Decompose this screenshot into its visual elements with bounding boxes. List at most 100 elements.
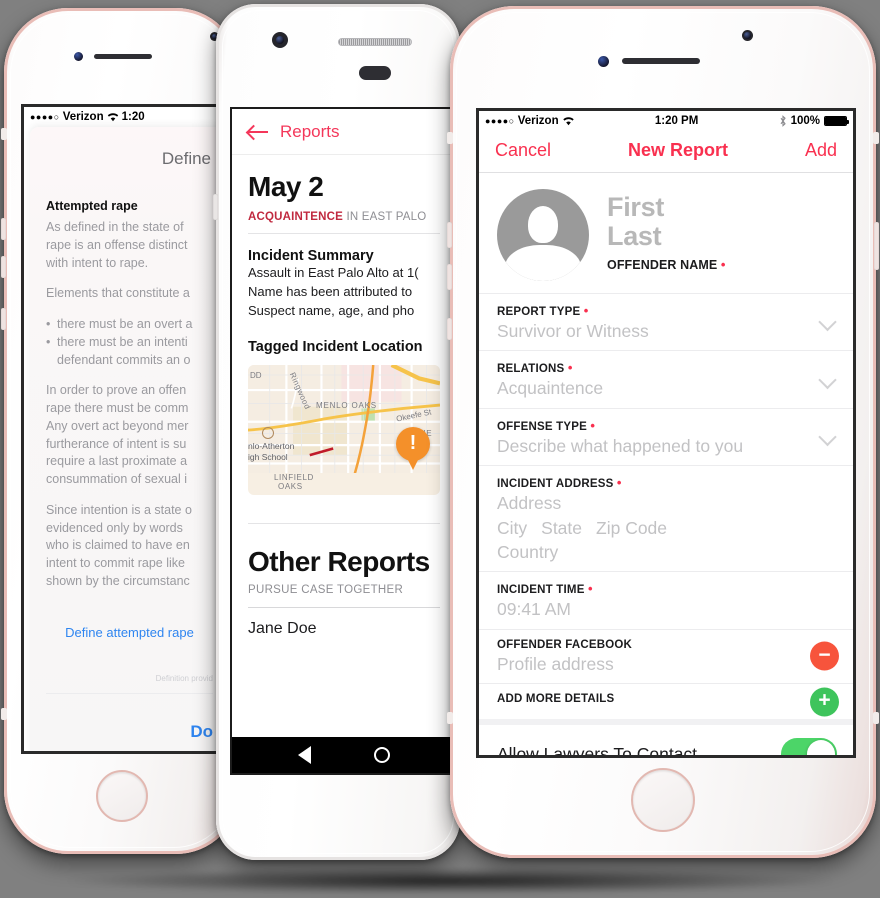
required-dot: •: [616, 475, 622, 491]
remove-field-button[interactable]: −: [810, 641, 839, 671]
cancel-button[interactable]: Cancel: [495, 140, 551, 161]
field-label: INCIDENT TIME •: [497, 581, 593, 597]
field-value: Describe what happened to you: [497, 435, 744, 456]
field-report-type[interactable]: REPORT TYPE • Survivor or Witness: [479, 293, 853, 350]
definition-heading: Attempted rape: [46, 199, 138, 213]
home-button[interactable]: [96, 770, 148, 822]
reports-content: May 2 ACQUAINTENCE IN EAST PALO Incident…: [232, 171, 456, 648]
field-label: OFFENDER FACEBOOK: [497, 638, 633, 651]
list-item[interactable]: Jane Doe: [248, 608, 440, 648]
report-date: May 2: [248, 171, 324, 202]
map-label: Okeefe St: [395, 406, 433, 424]
phone-left-definition: ●●●●○ Verizon 1:20 Define Attempted rape…: [1, 8, 240, 854]
volume-down-button[interactable]: [1, 256, 6, 278]
allow-lawyers-toggle[interactable]: [781, 738, 837, 755]
define-attempted-rape-link[interactable]: Define attempted rape: [46, 625, 213, 640]
required-dot: •: [590, 417, 596, 433]
android-home-icon[interactable]: [374, 747, 391, 763]
home-button[interactable]: [631, 768, 695, 832]
add-field-button[interactable]: +: [810, 687, 839, 717]
antenna-band: [873, 132, 879, 144]
definition-paragraph: In order to prove an offen rape there mu…: [46, 383, 189, 486]
front-camera-icon: [742, 30, 753, 41]
offender-first-name-field[interactable]: First: [607, 192, 726, 222]
required-dot: •: [567, 360, 573, 376]
incident-map[interactable]: DD Ringwood MENLO OAKS Okeefe St THE W n…: [248, 364, 440, 495]
field-incident-time[interactable]: INCIDENT TIME • 09:41 AM: [479, 571, 853, 628]
chevron-down-icon[interactable]: [820, 429, 835, 444]
earpiece-speaker: [622, 58, 700, 64]
antenna-band: [447, 132, 453, 144]
power-button[interactable]: [874, 222, 879, 270]
map-label: LINFIELD: [274, 472, 314, 482]
mute-switch[interactable]: [447, 318, 452, 340]
person-avatar-icon[interactable]: [497, 189, 589, 281]
chevron-down-icon[interactable]: [820, 315, 835, 330]
battery-percent: 100%: [790, 115, 820, 127]
field-add-more-details[interactable]: ADD MORE DETAILS +: [479, 683, 853, 719]
map-label: Ringwood: [287, 370, 313, 411]
chevron-down-icon[interactable]: [820, 372, 835, 387]
field-incident-address[interactable]: INCIDENT ADDRESS • Address City State Zi…: [479, 465, 853, 571]
wifi-icon: [562, 117, 574, 126]
offender-last-name-field[interactable]: Last: [607, 221, 726, 251]
done-button[interactable]: Do: [46, 722, 213, 742]
bluetooth-icon: [780, 115, 786, 127]
map-label: nlo-Atherton: [248, 440, 295, 451]
other-reports-caption: PURSUE CASE TOGETHER: [248, 583, 404, 596]
divider: [46, 692, 213, 694]
summary-line: Suspect name, age, and pho: [248, 302, 415, 318]
label-text: OFFENDER NAME: [607, 258, 718, 273]
android-back-icon[interactable]: [297, 746, 311, 764]
navigation-bar: Cancel New Report Add: [479, 131, 853, 173]
mute-switch[interactable]: [1, 308, 6, 330]
transit-icon: [262, 426, 274, 439]
list-item: there must be an intenti defendant commi…: [46, 334, 213, 370]
field-label: ADD MORE DETAILS: [497, 693, 615, 706]
map-label: OAKS: [278, 481, 303, 491]
list-item: there must be an overt a: [46, 316, 213, 334]
city-field: City: [497, 517, 528, 538]
signal-dots-icon: ●●●●○: [485, 116, 515, 126]
required-dot: •: [587, 581, 593, 597]
battery-icon: [824, 116, 849, 126]
sheet-title: Define: [161, 149, 211, 168]
field-label: REPORT TYPE •: [497, 303, 589, 318]
phone-middle-reports: Reports May 2 ACQUAINTENCE IN EAST PALO …: [213, 4, 463, 860]
definition-paragraph: Since intention is a state o evidenced o…: [46, 502, 192, 588]
arrow-left-icon[interactable]: [248, 124, 270, 140]
offender-hero: First Last OFFENDER NAME •: [479, 173, 853, 293]
app-bar-title: Reports: [280, 122, 340, 141]
incident-summary-heading: Incident Summary: [248, 248, 374, 264]
field-label: RELATIONS •: [497, 360, 573, 376]
carrier-label: Verizon: [517, 115, 559, 127]
field-offender-facebook[interactable]: OFFENDER FACEBOOK Profile address −: [479, 628, 853, 683]
carrier-label: Verizon: [62, 111, 104, 123]
relation-tag: ACQUAINTENCE: [248, 211, 344, 223]
add-button[interactable]: Add: [805, 140, 837, 161]
field-label: INCIDENT ADDRESS •: [497, 475, 622, 491]
other-reports-heading: Other Reports: [248, 545, 430, 577]
map-label: DD: [250, 370, 262, 380]
offender-name-label: OFFENDER NAME •: [607, 257, 726, 272]
field-value: 09:41 AM: [497, 599, 571, 620]
exclamation-pin-icon[interactable]: !: [396, 426, 430, 461]
phone-right-new-report: ●●●●○ Verizon 1:20 PM 100% Cancel New Re…: [447, 6, 879, 858]
proximity-sensor-icon: [74, 52, 83, 61]
volume-up-button[interactable]: [447, 222, 452, 248]
status-time: 1:20 PM: [654, 115, 699, 127]
map-label: igh School: [248, 451, 288, 462]
phone-left-screen: ●●●●○ Verizon 1:20 Define Attempted rape…: [21, 104, 226, 754]
volume-down-button[interactable]: [447, 264, 452, 290]
field-value: Profile address: [497, 653, 614, 674]
volume-up-button[interactable]: [1, 218, 6, 240]
allow-lawyers-row[interactable]: Allow Lawyers To Contact: [479, 719, 853, 755]
antenna-band: [1, 708, 7, 720]
secondary-speaker: [359, 66, 391, 80]
volume-button[interactable]: [213, 194, 218, 220]
field-value: Survivor or Witness: [497, 321, 649, 341]
field-relations[interactable]: RELATIONS • Acquaintence: [479, 350, 853, 407]
antenna-band: [447, 712, 453, 724]
field-offense-type[interactable]: OFFENSE TYPE • Describe what happened to…: [479, 407, 853, 465]
earpiece-speaker: [94, 54, 152, 59]
